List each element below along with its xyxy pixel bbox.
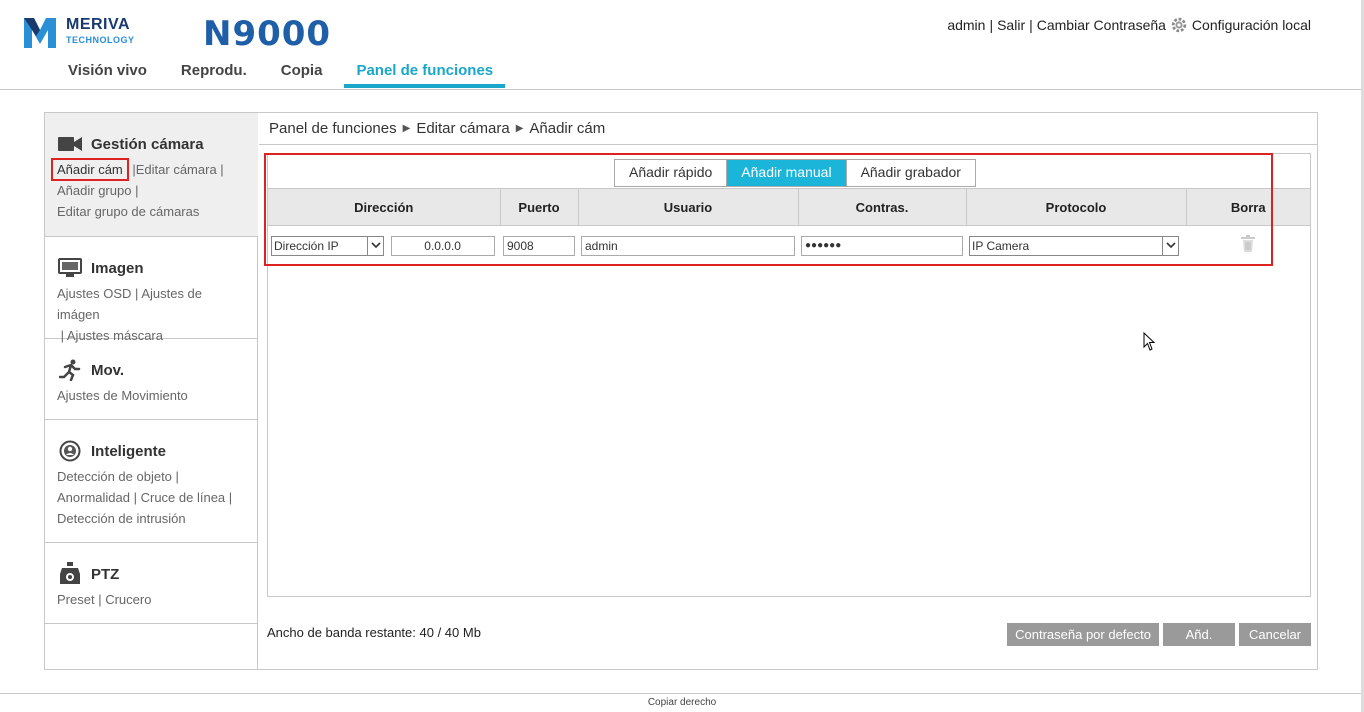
separator: | [1029,17,1033,33]
camera-table: Dirección Puerto Usuario Contras. Protoc… [268,188,1310,266]
content-area: Panel de funciones ▶ Editar cámara ▶ Aña… [259,113,1317,669]
monitor-icon [57,257,83,279]
sidebar-link-cruise[interactable]: Crucero [105,592,151,607]
default-password-button[interactable]: Contraseña por defecto [1007,623,1159,646]
username-input[interactable]: admin [581,235,795,256]
column-header: Usuario [578,188,799,226]
footer-copyright: Copiar derecho [0,693,1364,712]
nav-playback[interactable]: Reprodu. [169,56,259,88]
running-person-icon [57,359,83,381]
sidebar-image: Imagen Ajustes OSD | Ajustes de imágen |… [45,237,258,343]
sidebar-title-image: Imagen [91,259,144,277]
column-header: Borra [1186,188,1310,226]
sidebar-link-line-crossing[interactable]: Cruce de línea [141,490,226,505]
main-frame: Gestión cámara Añadir cám |Editar cámara… [44,112,1318,670]
add-camera-panel: Añadir rápido Añadir manual Añadir graba… [267,153,1311,597]
add-mode-tabs: Añadir rápido Añadir manual Añadir graba… [614,159,976,187]
breadcrumb: Panel de funciones ▶ Editar cámara ▶ Aña… [259,113,1317,145]
logo-subtitle: TECHNOLOGY [66,35,135,45]
breadcrumb-arrow-icon: ▶ [515,123,524,134]
sidebar-link-add-camera[interactable]: Añadir cám [51,158,129,181]
protocol-select[interactable]: IP Camera [969,235,1179,256]
main-nav: Visión vivo Reprodu. Copia Panel de func… [56,56,515,88]
ptz-camera-icon [57,562,83,585]
tab-quick-add[interactable]: Añadir rápido [615,160,728,186]
logo-name: MERIVA [66,16,131,33]
video-camera-icon [57,133,83,155]
password-input[interactable]: ●●●●●● [801,235,963,256]
sidebar-smart: Inteligente Detección de objeto | Anorma… [45,420,258,543]
sidebar-link-add-group[interactable]: Añadir grupo [57,183,131,198]
address-type-select[interactable]: Dirección IP [271,235,384,256]
user-link[interactable]: admin [947,17,985,33]
sidebar-link-edit-camera[interactable]: Editar cámara [136,162,217,177]
sidebar-title-smart: Inteligente [91,442,167,460]
nav-live-view[interactable]: Visión vivo [56,56,159,88]
sidebar-link-intrusion[interactable]: Detección de intrusión [57,511,186,526]
model-name: N9000 [203,14,332,54]
meriva-logo: MERIVA TECHNOLOGY [22,14,142,54]
nav-function-panel[interactable]: Panel de funciones [344,56,506,88]
action-buttons: Contraseña por defecto Añd. Cancelar [1007,623,1311,646]
sidebar-ptz: PTZ Preset | Crucero [45,543,258,624]
column-header: Puerto [500,188,579,226]
sidebar: Gestión cámara Añadir cám |Editar cámara… [45,113,258,669]
sidebar-title-motion: Mov. [91,361,125,379]
add-button[interactable]: Añd. [1163,623,1235,646]
smart-detection-icon [57,440,83,462]
chevron-down-icon [1162,236,1178,255]
cancel-button[interactable]: Cancelar [1239,623,1311,646]
user-toolbar: admin | Salir | Cambiar Contraseña Confi… [947,16,1311,34]
sidebar-camera-management: Gestión cámara Añadir cám |Editar cámara… [45,113,258,237]
local-config-link[interactable]: Configuración local [1192,17,1311,33]
tab-recorder-add[interactable]: Añadir grabador [846,160,975,186]
meriva-logo-icon [24,18,56,48]
port-input[interactable]: 9008 [503,235,575,256]
column-header: Protocolo [966,188,1187,226]
nav-backup[interactable]: Copia [269,56,335,88]
gear-icon[interactable] [1170,16,1188,34]
table-header-row: Dirección Puerto Usuario Contras. Protoc… [268,188,1310,226]
bandwidth-remaining: Ancho de banda restante: 40 / 40 Mb [267,625,481,640]
column-header: Dirección [268,188,501,226]
tab-manual-add[interactable]: Añadir manual [727,160,847,186]
mouse-cursor-icon [1143,332,1156,351]
change-password-link[interactable]: Cambiar Contraseña [1037,17,1166,33]
sidebar-link-object-detection[interactable]: Detección de objeto [57,469,172,484]
sidebar-link-preset[interactable]: Preset [57,592,95,607]
separator: | [989,17,994,33]
ip-address-input[interactable]: 0.0.0.0 [390,235,495,256]
column-header: Contras. [798,188,967,226]
sidebar-link-osd[interactable]: Ajustes OSD [57,286,131,301]
sidebar-link-motion-settings[interactable]: Ajustes de Movimiento [57,388,188,403]
sidebar-link-edit-group[interactable]: Editar grupo de cámaras [57,204,199,219]
sidebar-motion: Mov. Ajustes de Movimiento [45,339,258,420]
breadcrumb-item[interactable]: Editar cámara [416,120,509,137]
trash-icon[interactable] [1240,235,1256,253]
sidebar-title-ptz: PTZ [91,565,120,583]
breadcrumb-item[interactable]: Panel de funciones [269,120,397,137]
header: MERIVA TECHNOLOGY N9000 admin | Salir | … [0,0,1364,90]
sidebar-link-abnormality[interactable]: Anormalidad [57,490,130,505]
breadcrumb-item: Añadir cám [529,120,606,137]
table-row: Dirección IP 0.0.0.0 9008 admin ●●●●●● I… [268,226,1310,266]
sidebar-title-camera: Gestión cámara [91,135,204,153]
breadcrumb-arrow-icon: ▶ [402,123,411,134]
logout-link[interactable]: Salir [997,17,1025,33]
chevron-down-icon [367,236,383,255]
